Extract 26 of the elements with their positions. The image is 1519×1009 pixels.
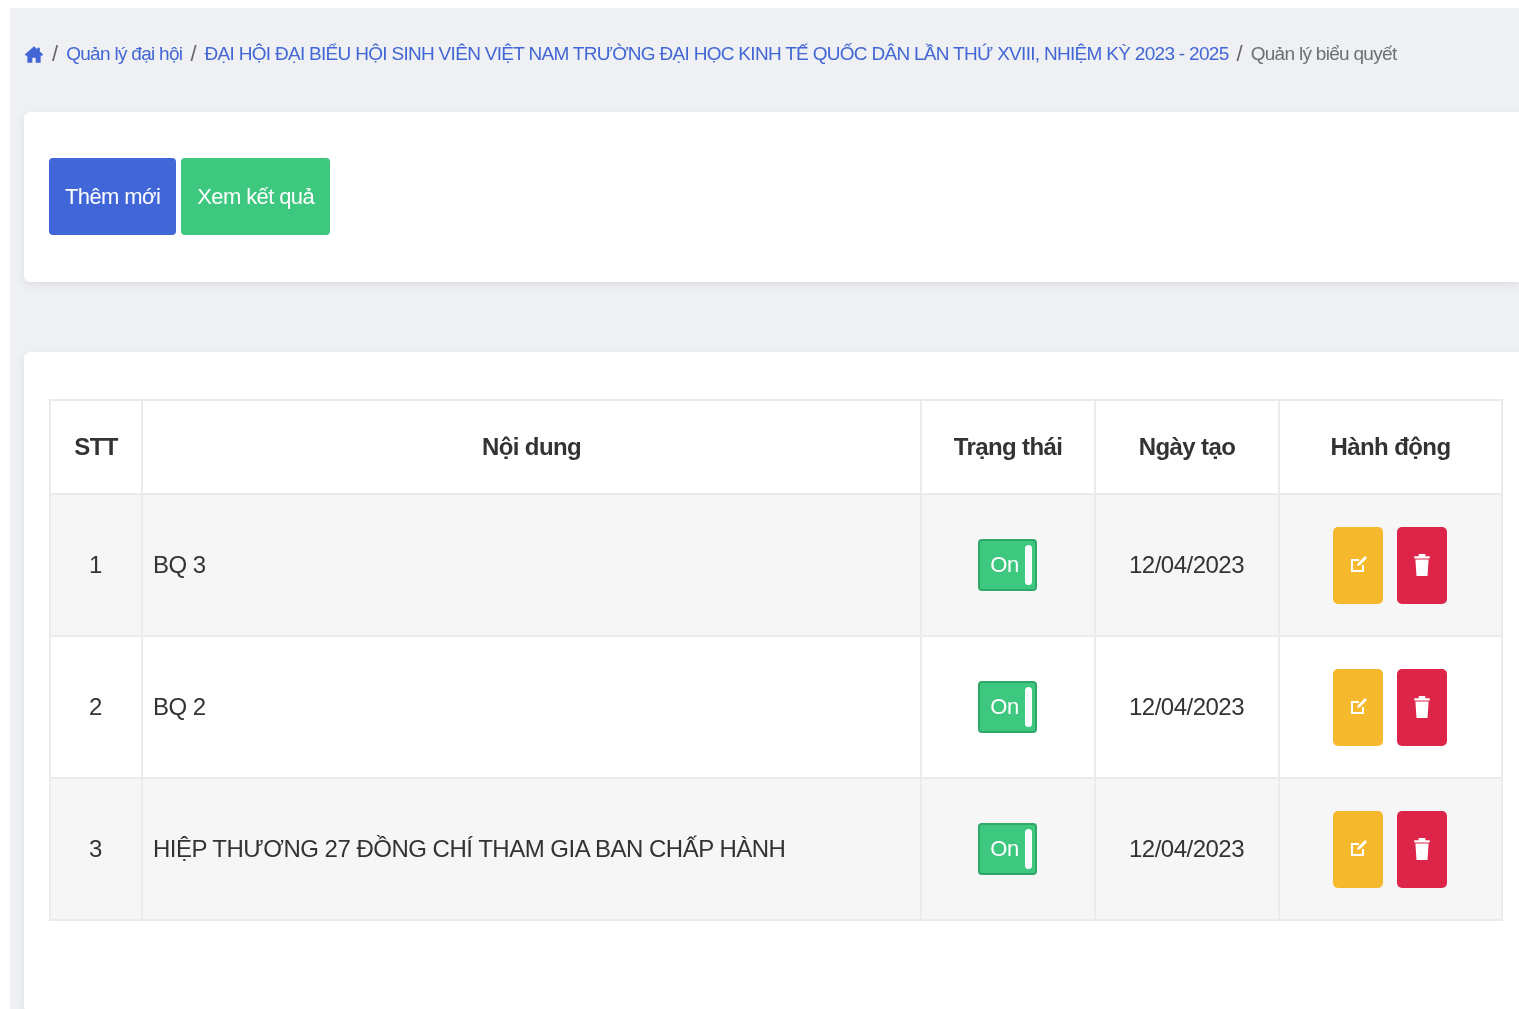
home-icon[interactable] — [24, 44, 44, 64]
delete-button[interactable] — [1397, 526, 1447, 604]
trash-icon — [1412, 554, 1432, 576]
table-cell: BQ 3 — [142, 494, 921, 636]
delete-button[interactable] — [1397, 810, 1447, 888]
column-header: STT — [50, 400, 142, 494]
breadcrumb-link[interactable]: Quản lý đại hội — [66, 43, 183, 65]
status-toggle[interactable]: On — [978, 681, 1037, 733]
view-results-button[interactable]: Xem kết quả — [181, 158, 331, 235]
status-toggle[interactable]: On — [978, 823, 1037, 875]
delete-button[interactable] — [1397, 668, 1447, 746]
add-new-button[interactable]: Thêm mới — [49, 158, 177, 235]
breadcrumb-separator: / — [1236, 41, 1243, 67]
breadcrumb-separator: / — [52, 41, 59, 67]
table-cell: 12/04/2023 — [1095, 494, 1279, 636]
column-header: Nội dung — [142, 400, 921, 494]
table-cell: 3 — [50, 778, 142, 920]
breadcrumb-link[interactable]: ĐẠI HỘI ĐẠI BIỂU HỘI SINH VIÊN VIỆT NAM TRƯỜNG ĐẠI HỌC KINH TẾ QUỐC DÂN LẦN THỨ XVIII, NHIỆM KỲ 2023 - 2025 — [204, 43, 1229, 65]
breadcrumb-separator: / — [190, 41, 197, 67]
trash-icon — [1412, 696, 1432, 718]
trash-icon — [1412, 838, 1432, 860]
table-cell: 1 — [50, 494, 142, 636]
page-title: Quản lý biểu quyết — [1250, 43, 1397, 65]
status-toggle[interactable]: On — [978, 539, 1037, 591]
table-cell: 12/04/2023 — [1095, 778, 1279, 920]
table-cell: HIỆP THƯƠNG 27 ĐỒNG CHÍ THAM GIA BAN CHẤP HÀNH — [142, 778, 921, 920]
